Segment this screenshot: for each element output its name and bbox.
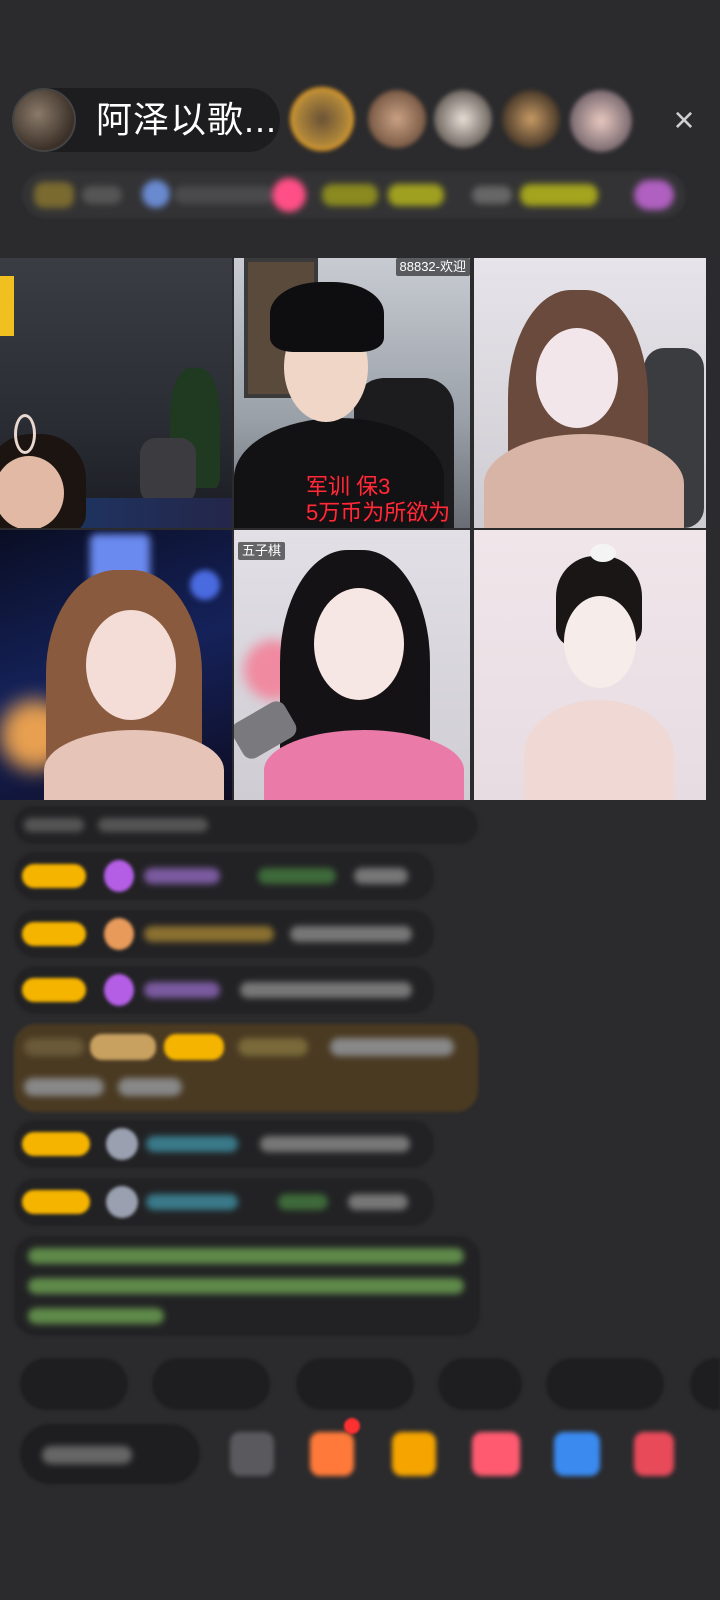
chat-message-1[interactable]	[14, 806, 478, 844]
video-tile-2[interactable]: 88832-欢迎 军训 保3 5万币为所欲为	[234, 258, 470, 528]
quick-chip-1[interactable]	[20, 1358, 128, 1410]
video-tile-1[interactable]	[0, 258, 232, 528]
chat-message-7[interactable]	[14, 1178, 434, 1226]
person-face	[0, 456, 64, 528]
lamp-shape	[0, 276, 14, 336]
chat-message-5-highlight[interactable]	[14, 1024, 478, 1112]
task-icon[interactable]	[310, 1432, 354, 1476]
fan-icon	[104, 918, 134, 950]
tile-2-overlay-line-1: 军训 保3	[306, 474, 391, 499]
microphone-shape	[140, 438, 196, 504]
chat-message-6[interactable]	[14, 1120, 434, 1168]
person-face	[564, 596, 636, 688]
diamond-icon	[104, 974, 134, 1006]
quick-chip-6[interactable]	[690, 1358, 720, 1410]
person-body	[524, 700, 674, 800]
person-face	[86, 610, 176, 720]
room-info-strip[interactable]	[22, 172, 686, 218]
system-notice	[14, 1236, 480, 1336]
chat-message-2[interactable]	[14, 852, 434, 900]
tile-2-corner-tag: 88832-欢迎	[395, 258, 470, 276]
person-hair	[270, 282, 384, 352]
rank-tag-2	[388, 184, 444, 206]
chat-message-4[interactable]	[14, 966, 434, 1014]
rank-tag-4	[520, 184, 598, 206]
hair-clip	[590, 544, 616, 562]
badge-yellow	[22, 1132, 90, 1156]
video-tile-3[interactable]	[474, 258, 706, 528]
top-viewer-avatar-1[interactable]	[290, 87, 354, 151]
badge-yellow	[22, 922, 86, 946]
top-viewer-avatar-2[interactable]	[368, 90, 426, 148]
badge-yellow	[22, 1190, 90, 1214]
quick-chip-4[interactable]	[438, 1358, 522, 1410]
host-name: 阿泽以歌...	[96, 99, 278, 140]
close-icon[interactable]: ×	[664, 100, 704, 140]
gift-icon[interactable]	[634, 180, 674, 210]
notification-dot	[344, 1418, 360, 1434]
light-glow-2	[190, 570, 220, 600]
quick-chip-2[interactable]	[152, 1358, 270, 1410]
video-tile-6[interactable]	[474, 530, 706, 800]
info-icon	[142, 180, 170, 208]
top-viewer-avatar-5[interactable]	[570, 90, 632, 152]
host-avatar[interactable]	[12, 88, 76, 152]
chat-message-3[interactable]	[14, 910, 434, 958]
rank-tag-1	[322, 184, 378, 206]
heart-icon[interactable]	[272, 178, 306, 212]
tile-2-overlay-line-2: 5万币为所欲为	[306, 500, 451, 525]
video-grid: 88832-欢迎 军训 保3 5万币为所欲为 五子棋	[0, 258, 706, 800]
badge-yellow	[164, 1034, 224, 1060]
person-body	[44, 730, 224, 800]
bunny-ear	[14, 414, 36, 454]
badge-yellow	[22, 978, 86, 1002]
video-tile-4[interactable]	[0, 530, 232, 800]
level-badge	[34, 182, 74, 208]
quick-chip-3[interactable]	[296, 1358, 414, 1410]
pk-icon[interactable]	[472, 1432, 520, 1476]
info-text-1	[82, 186, 122, 204]
top-viewer-avatar-3[interactable]	[434, 90, 492, 148]
top-viewer-avatar-4[interactable]	[502, 90, 560, 148]
user-avatar	[106, 1128, 138, 1160]
person-body	[484, 434, 684, 528]
badge-yellow	[22, 864, 86, 888]
store-icon[interactable]	[392, 1432, 436, 1476]
gift-box-icon[interactable]	[634, 1432, 674, 1476]
person-body	[264, 730, 464, 800]
rank-tag-3	[472, 186, 512, 204]
tile-5-corner-tag: 五子棋	[238, 542, 286, 560]
share-icon[interactable]	[554, 1432, 600, 1476]
person-face	[536, 328, 618, 428]
person-face	[314, 588, 404, 700]
chat-input[interactable]	[20, 1424, 200, 1484]
info-text-2	[174, 186, 274, 204]
user-avatar	[106, 1186, 138, 1218]
emoji-icon[interactable]	[230, 1432, 274, 1476]
diamond-icon	[104, 860, 134, 892]
video-tile-5[interactable]: 五子棋	[234, 530, 470, 800]
vip-badge	[90, 1034, 156, 1060]
quick-chip-5[interactable]	[546, 1358, 664, 1410]
